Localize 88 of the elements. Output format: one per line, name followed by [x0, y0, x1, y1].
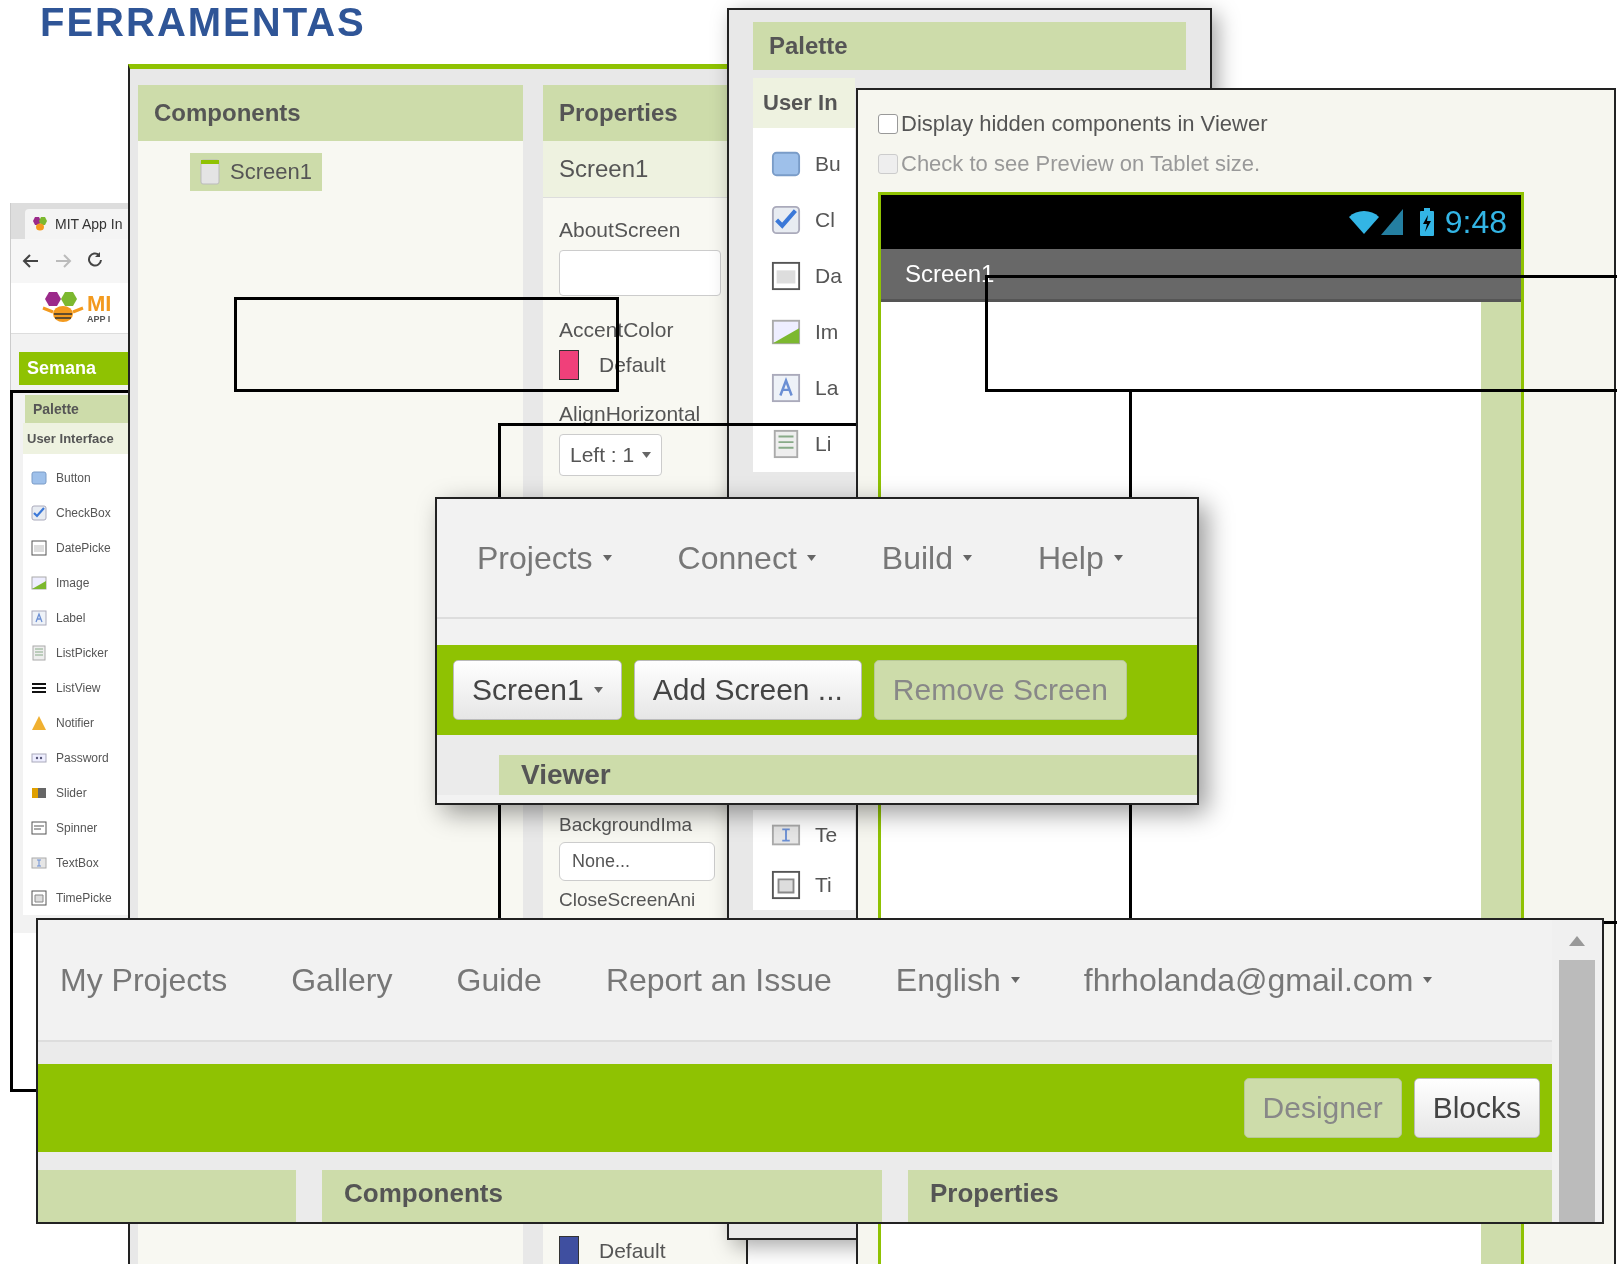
warning-icon [31, 714, 47, 731]
menu-item[interactable]: Gallery [291, 961, 393, 999]
mode-tab[interactable]: Blocks [1413, 1078, 1540, 1138]
checkmark-icon [31, 504, 47, 521]
text-box-icon [31, 854, 47, 871]
caret-icon [642, 452, 652, 458]
picture-icon [771, 317, 801, 347]
menu-item[interactable]: Connect [677, 539, 816, 577]
palette-item[interactable]: ListPicker [23, 635, 128, 670]
category-header[interactable]: User In [753, 78, 855, 128]
viewer-header: Viewer [499, 755, 1197, 795]
palette-item[interactable]: Da [771, 248, 855, 304]
palette-item[interactable]: Cl [771, 192, 855, 248]
palette-header: Palette [25, 395, 128, 423]
palette-item[interactable]: La [771, 360, 855, 416]
palette-item[interactable]: Im [771, 304, 855, 360]
panel-header: Properties [908, 1170, 1552, 1222]
checkmark-icon [771, 205, 801, 235]
palette-item[interactable]: Image [23, 565, 128, 600]
palette-item[interactable]: TimePicke [23, 880, 128, 915]
palette-item[interactable]: DatePicke [23, 530, 128, 565]
components-header: Components [138, 85, 523, 141]
caret-icon [602, 555, 612, 561]
text-label-icon [771, 373, 801, 403]
palette-item[interactable]: Password [23, 740, 128, 775]
menu-item[interactable]: fhrholanda@gmail.com [1083, 961, 1433, 999]
palette-item[interactable]: Button [23, 460, 128, 495]
battery-icon [1418, 207, 1435, 237]
caret-icon [962, 555, 972, 561]
list-icon [771, 429, 801, 459]
scroll-bar[interactable] [1552, 920, 1602, 1222]
screen-button[interactable]: Screen1 [453, 660, 622, 720]
caret-icon [1113, 555, 1123, 561]
color-swatch[interactable] [559, 1236, 579, 1264]
logo-subtext: APP I [87, 314, 112, 324]
checkbox-option[interactable]: Display hidden components in Viewer [878, 104, 1594, 144]
caret-icon [1010, 977, 1020, 983]
menu-item[interactable]: English [895, 961, 1020, 999]
caret-icon [593, 687, 603, 693]
dropdown-button[interactable]: Left : 1 [559, 434, 663, 476]
palette-item[interactable]: Spinner [23, 810, 128, 845]
property-label: AlignHorizontal [559, 402, 702, 426]
palette-item[interactable]: Li [771, 416, 855, 472]
screen-title-bar: Screen1 [881, 249, 1521, 302]
property-label: BackgroundIma [559, 814, 694, 836]
palette-item[interactable]: Label [23, 600, 128, 635]
logo-text: MI [87, 292, 112, 315]
caret-icon [806, 555, 816, 561]
palette-item[interactable]: Ti [771, 860, 855, 910]
menu-item[interactable]: Build [881, 539, 972, 577]
palette-item[interactable]: CheckBox [23, 495, 128, 530]
list-icon [31, 644, 47, 661]
menu-item[interactable]: My Projects [60, 961, 228, 999]
menu-item[interactable]: Report an Issue [605, 961, 832, 999]
text-label-icon [31, 609, 47, 626]
palette-item[interactable]: Slider [23, 775, 128, 810]
property-label: AboutScreen [559, 218, 682, 242]
slide-title: FERRAMENTAS [40, 0, 366, 44]
scroll-thumb[interactable] [1559, 960, 1595, 1222]
property-label: CloseScreenAni [559, 889, 697, 911]
panel-header: Components [322, 1170, 882, 1222]
palette-item[interactable]: Notifier [23, 705, 128, 740]
project-name-bar: Semana [19, 352, 128, 385]
menu-item[interactable]: Projects [477, 539, 612, 577]
caret-icon [1423, 977, 1433, 983]
menu-item[interactable]: Guide [456, 961, 542, 999]
button-shape-icon [771, 149, 801, 179]
picture-icon [31, 574, 47, 591]
palette-item[interactable]: Te [771, 810, 855, 860]
screen-button[interactable]: Add Screen ... [633, 660, 862, 720]
palette-item[interactable]: TextBox [23, 845, 128, 880]
dropdown-box-icon [31, 819, 47, 836]
palette-item[interactable]: Bu [771, 136, 855, 192]
color-swatch[interactable] [559, 350, 579, 380]
tree-item[interactable]: Screen1 [190, 153, 322, 191]
text-input-field[interactable] [559, 250, 721, 296]
menu-item[interactable]: Help [1037, 539, 1123, 577]
color-value[interactable]: Default [599, 1239, 666, 1263]
bee-logo-icon [31, 216, 49, 232]
browser-tab[interactable]: MIT App In [25, 209, 128, 239]
button-shape-icon [31, 469, 47, 486]
status-time: 9:48 [1444, 203, 1507, 241]
palette-header: Palette [753, 22, 1186, 70]
palette-item[interactable]: ListView [23, 670, 128, 705]
file-picker-field[interactable]: None... [559, 842, 715, 881]
category-header[interactable]: User Interface [23, 423, 128, 454]
phone-screen-icon [200, 159, 220, 185]
scroll-up-icon[interactable] [1569, 934, 1585, 946]
